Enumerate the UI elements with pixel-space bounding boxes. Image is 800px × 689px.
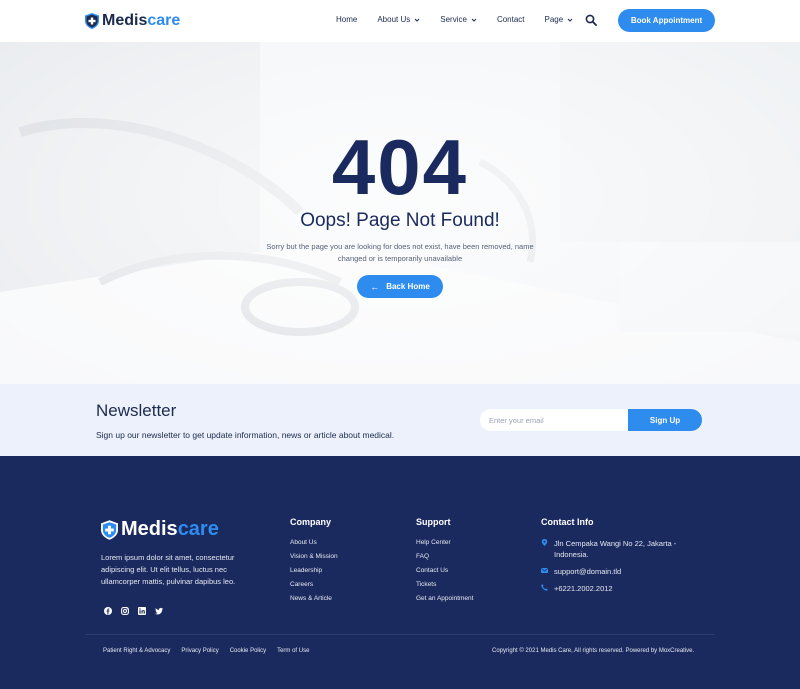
back-home-button[interactable]: ← Back Home [357,275,443,298]
legal-link-patient-right[interactable]: Patient Right & Advocacy [103,648,170,654]
shield-cross-icon [85,13,99,29]
arrow-left-icon: ← [370,281,380,292]
search-icon[interactable] [585,14,597,26]
nav-contact[interactable]: Contact [497,15,525,24]
error-heading: Oops! Page Not Found! [300,210,500,231]
nav-contact-label: Contact [496,15,525,24]
shield-cross-icon [101,519,118,540]
logo-text-medis: Medis [102,12,148,29]
footer-contact-title: Contact Info [541,517,594,527]
phone-icon [541,584,548,591]
contact-address: Jln Cempaka Wangi No 22, Jakarta - Indon… [541,538,694,560]
chevron-down-icon [414,18,420,22]
newsletter-title: Newsletter [96,401,177,420]
footer-support-title: Support [416,517,451,527]
footer-link-news-article[interactable]: News & Article [290,594,338,608]
footer-link-careers[interactable]: Careers [290,580,338,594]
contact-address-text: Jln Cempaka Wangi No 22, Jakarta - Indon… [554,539,677,559]
footer-link-leadership[interactable]: Leadership [290,566,338,580]
back-home-label: Back Home [386,282,430,291]
nav-home[interactable]: Home [336,15,357,24]
linkedin-icon[interactable] [138,607,146,615]
contact-email[interactable]: support@domain.tld [541,566,694,577]
footer-about-text: Lorem ipsum dolor sit amet, consectetur … [101,553,236,586]
facebook-icon[interactable] [104,607,112,615]
footer-link-get-appointment[interactable]: Get an Appointment [416,594,473,608]
newsletter-description: Sign up our newsletter to get update inf… [96,430,395,440]
contact-phone-text: +6221.2002.2012 [554,584,613,593]
legal-link-cookie-policy[interactable]: Cookie Policy [230,648,266,654]
footer-logo-text-care: care [177,518,219,540]
legal-link-term-of-use[interactable]: Term of Use [277,648,309,654]
footer-logo[interactable]: Medis care [101,518,219,541]
footer-link-contact-us[interactable]: Contact Us [416,566,473,580]
nav-page-label: Page [544,15,564,24]
footer-company-links: About Us Vision & Mission Leadership Car… [290,538,338,608]
contact-email-text: support@domain.tld [554,567,622,576]
nav-about-us[interactable]: About Us [377,15,420,24]
book-appointment-button[interactable]: Book Appointment [618,9,715,32]
footer-link-help-center[interactable]: Help Center [416,538,473,552]
footer-legal-links: Patient Right & Advocacy Privacy Policy … [103,648,320,654]
mail-icon [541,568,548,573]
contact-phone[interactable]: +6221.2002.2012 [541,583,694,594]
footer-link-faq[interactable]: FAQ [416,552,473,566]
footer-support-links: Help Center FAQ Contact Us Tickets Get a… [416,538,473,608]
footer-divider [85,634,715,635]
newsletter-email-input[interactable] [480,409,630,431]
nav-about-label: About Us [377,15,411,24]
nav-home-label: Home [336,15,358,24]
instagram-icon[interactable] [121,607,129,615]
main-nav: Home About Us Service Contact Page [336,15,593,24]
footer-link-vision-mission[interactable]: Vision & Mission [290,552,338,566]
social-links [104,607,172,615]
site-footer: Medis care Lorem ipsum dolor sit amet, co… [0,456,800,689]
error-code: 404 [331,123,469,211]
site-header: Medis care Home About Us Service Contact … [0,0,800,42]
footer-link-about-us[interactable]: About Us [290,538,338,552]
nav-page[interactable]: Page [545,15,574,24]
nav-service[interactable]: Service [440,15,477,24]
copyright-text: Copyright © 2021 Medis Care, All rights … [492,648,695,654]
chevron-down-icon [471,18,477,22]
error-description: Sorry but the page you are looking for d… [266,242,534,263]
chevron-down-icon [567,18,573,22]
footer-company-title: Company [290,517,332,527]
legal-link-privacy-policy[interactable]: Privacy Policy [181,648,218,654]
footer-logo-text-medis: Medis [121,518,178,540]
location-pin-icon [541,539,548,546]
twitter-icon[interactable] [155,607,163,615]
footer-link-tickets[interactable]: Tickets [416,580,473,594]
hero-section: 404 Oops! Page Not Found! Sorry but the … [0,42,800,384]
sign-up-button[interactable]: Sign Up [628,409,702,431]
footer-contact-info: Jln Cempaka Wangi No 22, Jakarta - Indon… [541,538,694,600]
logo-text-care: care [147,12,181,29]
logo[interactable]: Medis care [85,12,180,30]
newsletter-section: Newsletter Sign up our newsletter to get… [0,384,800,456]
nav-service-label: Service [440,15,467,24]
